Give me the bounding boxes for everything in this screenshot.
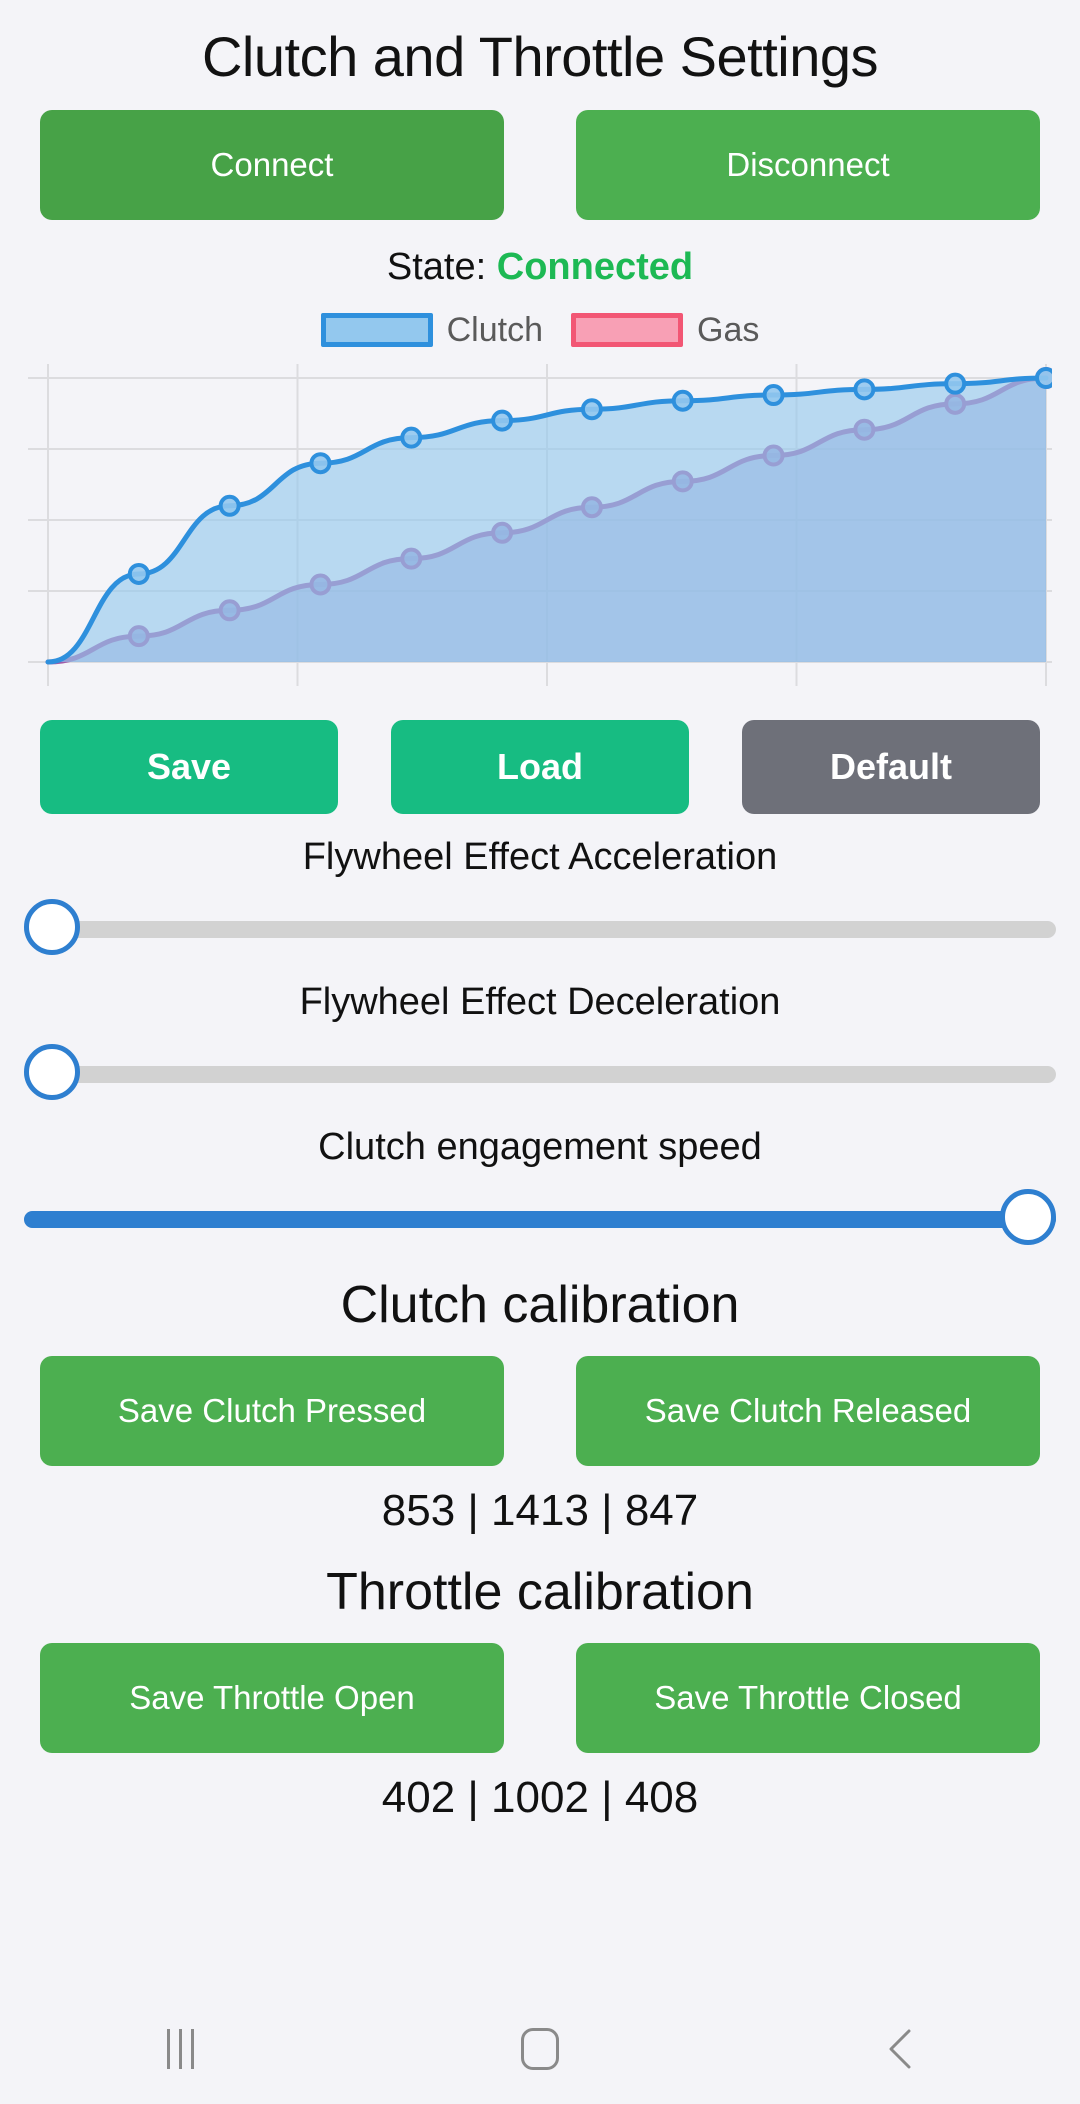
throttle-calibration-values: 402 | 1002 | 408 [381,1772,699,1822]
home-button[interactable] [480,1994,600,2104]
legend-label-gas: Gas [697,310,760,349]
save-clutch-pressed-button[interactable]: Save Clutch Pressed [40,1355,504,1466]
slider-label-flywheel-deceleration: Flywheel Effect Deceleration [299,980,781,1023]
legend-item-clutch: Clutch [320,310,543,350]
back-button[interactable] [840,1994,960,2104]
legend-label-clutch: Clutch [446,310,543,349]
slider-label-flywheel-acceleration: Flywheel Effect Acceleration [302,835,778,878]
home-icon [521,2028,559,2070]
save-throttle-open-button[interactable]: Save Throttle Open [40,1642,504,1753]
recents-icon [166,2029,194,2069]
slider-thumb[interactable] [24,898,80,955]
slider-thumb[interactable] [24,1043,80,1100]
app-root: Clutch and Throttle Settings Connect Dis… [0,0,1080,2104]
back-icon [889,2029,911,2069]
android-navigation-bar [0,1994,1080,2104]
chart-svg[interactable] [28,363,1052,686]
connect-button[interactable]: Connect [40,109,504,220]
slider-fill [24,1210,1056,1228]
disconnect-button[interactable]: Disconnect [576,109,1040,220]
chart-legend: Clutch Gas [0,311,1080,350]
gas-swatch-icon [571,313,683,348]
clutch-throttle-chart[interactable] [28,363,1052,686]
slider-track[interactable] [24,1065,1056,1083]
save-button[interactable]: Save [40,719,338,814]
legend-item-gas: Gas [571,311,759,350]
slider-track[interactable] [24,920,1056,938]
clutch-calibration-values: 853 | 1413 | 847 [381,1485,699,1535]
slider-clutch-engagement-speed[interactable] [24,1188,1056,1249]
page-title: Clutch and Throttle Settings [201,25,879,88]
clutch-swatch-icon [320,313,433,348]
state-badge: Connected [496,245,694,288]
connection-button-row: Connect Disconnect [0,88,1080,220]
slider-flywheel-deceleration[interactable] [24,1043,1056,1104]
scrollable-content[interactable]: Clutch and Throttle Settings Connect Dis… [0,0,1080,1994]
recents-button[interactable] [120,1994,240,2104]
slider-label-clutch-engagement-speed: Clutch engagement speed [318,1125,762,1168]
clutch-calibration-buttons: Save Clutch Pressed Save Clutch Released [0,1334,1080,1466]
throttle-calibration-title: Throttle calibration [326,1562,754,1621]
connection-state: State: Connected [0,246,1080,289]
slider-thumb[interactable] [1000,1188,1056,1245]
preset-button-row: Save Load Default [0,686,1080,814]
save-throttle-closed-button[interactable]: Save Throttle Closed [576,1642,1040,1753]
slider-flywheel-acceleration[interactable] [24,898,1056,959]
state-label: State: [386,245,487,288]
default-button[interactable]: Default [742,719,1040,814]
save-clutch-released-button[interactable]: Save Clutch Released [576,1355,1040,1466]
chart-series-clutch [45,366,1052,665]
clutch-calibration-title: Clutch calibration [340,1275,740,1334]
load-button[interactable]: Load [391,719,689,814]
throttle-calibration-buttons: Save Throttle Open Save Throttle Closed [0,1621,1080,1753]
